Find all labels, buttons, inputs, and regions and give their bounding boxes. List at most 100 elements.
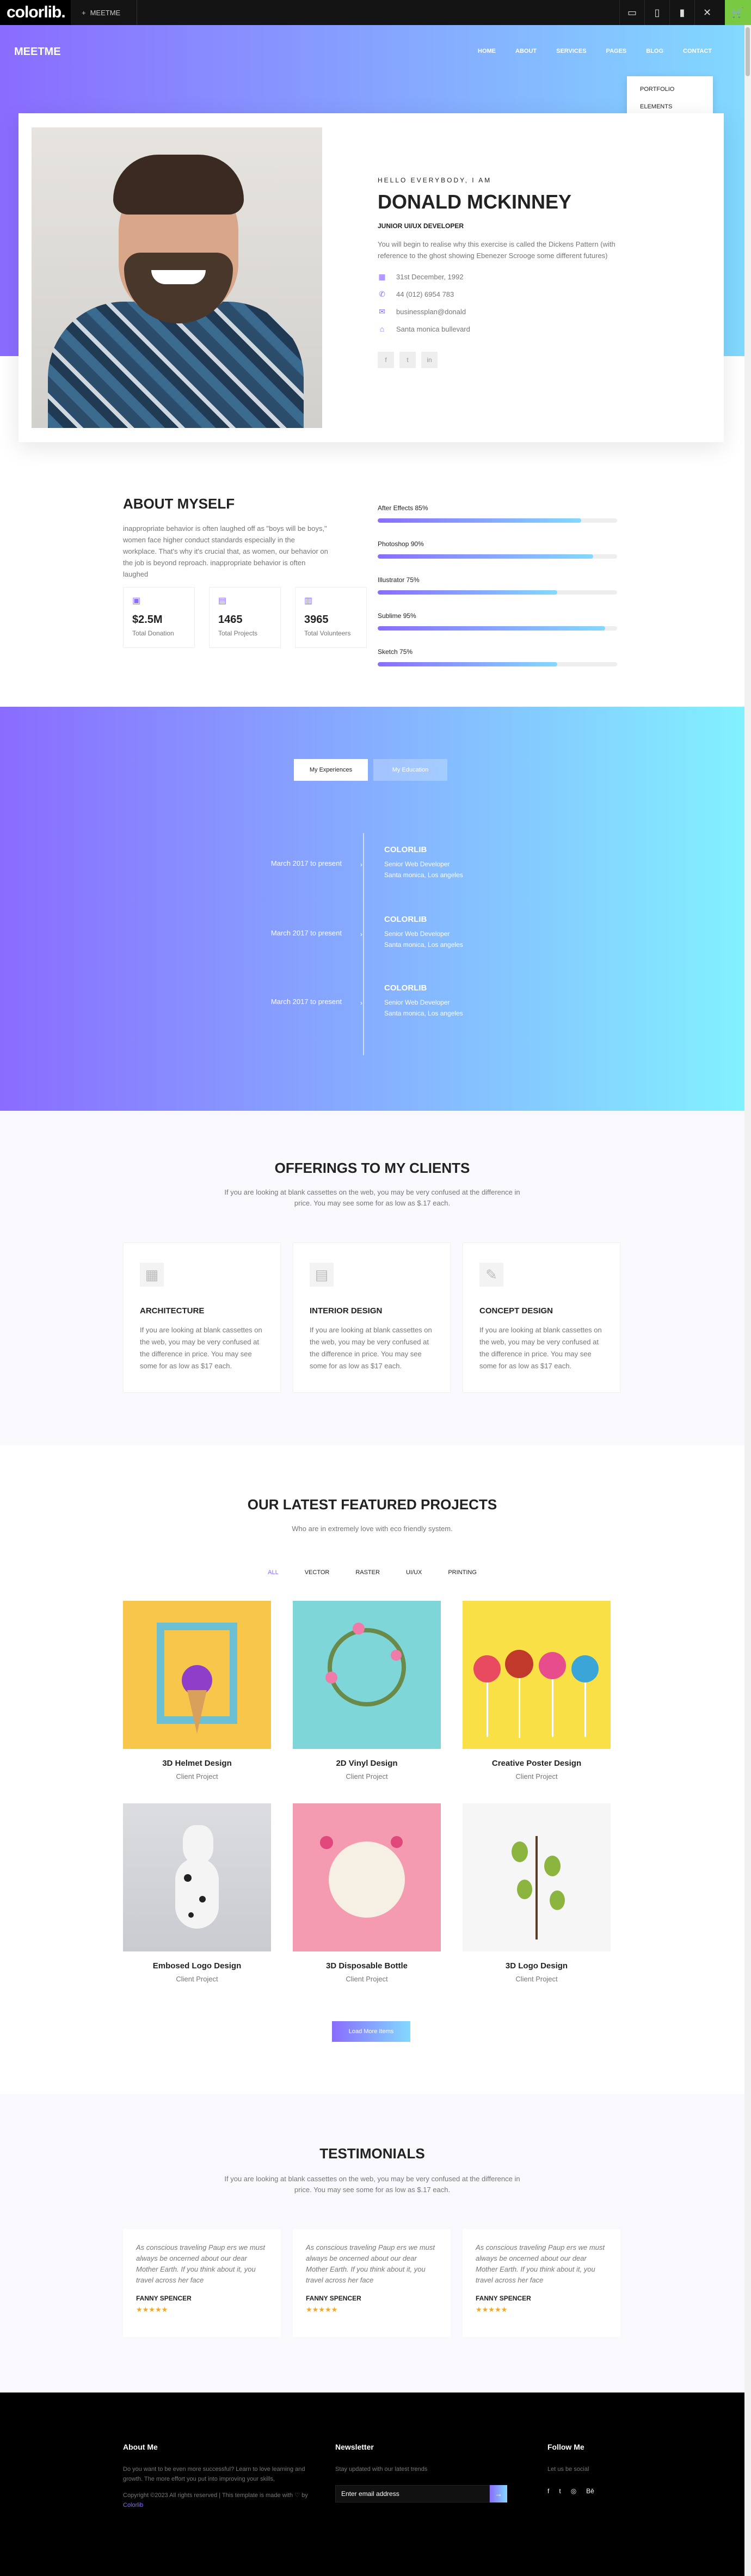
project-card[interactable]: 3D Logo Design Client Project: [463, 1803, 611, 1983]
project-card[interactable]: 2D Vinyl Design Client Project: [293, 1601, 441, 1780]
close-icon[interactable]: ✕: [694, 0, 719, 25]
project-card[interactable]: Creative Poster Design Client Project: [463, 1601, 611, 1780]
tablet-icon[interactable]: ▯: [644, 0, 669, 25]
testimonials-subtitle-text: If you are looking at blank cassettes on…: [224, 2175, 520, 2194]
dribbble-icon[interactable]: ◎: [571, 2487, 576, 2495]
project-title: Embosed Logo Design: [152, 1961, 242, 1971]
footer-copyright: Copyright ©2023 All rights reserved | Th…: [123, 2491, 308, 2510]
tab-experiences[interactable]: My Experiences: [294, 759, 368, 781]
testimonial-card: As conscious traveling Paup ers we must …: [123, 2229, 281, 2337]
project-category: Client Project: [515, 1975, 558, 1983]
desktop-icon[interactable]: ▭: [619, 0, 644, 25]
filter-all[interactable]: ALL: [268, 1569, 279, 1576]
skill-photoshop: Photoshop 90%: [378, 540, 617, 559]
footer-follow: Follow Me Let us be social f t ◎ Bē: [547, 2443, 635, 2495]
project-card[interactable]: 3D Helmet Design Client Project: [123, 1601, 271, 1780]
timeline-item: March 2017 to present › COLORLIB Senior …: [0, 983, 744, 1027]
timeline-role: Senior Web Developer: [384, 860, 450, 868]
project-image-plate[interactable]: [293, 1803, 441, 1951]
site-brand[interactable]: MEETME: [14, 46, 61, 58]
profile-card: HELLO EVERYBODY, I AM DONALD MCKINNEY JU…: [19, 113, 724, 442]
arrow-right-icon[interactable]: →: [490, 2485, 507, 2502]
skill-name: Illustrator 75%: [378, 576, 420, 584]
stat-donation: ▣ $2.5M Total Donation: [123, 587, 195, 648]
offering-card[interactable]: ▦ ARCHITECTURE If you are looking at bla…: [123, 1243, 281, 1393]
filter-uiux[interactable]: UI/UX: [406, 1569, 422, 1576]
skill-illustrator: Illustrator 75%: [378, 576, 617, 595]
linkedin-icon[interactable]: in: [421, 352, 438, 368]
behance-icon[interactable]: Bē: [586, 2487, 594, 2495]
filter-printing[interactable]: PRINTING: [448, 1569, 477, 1576]
tab-education[interactable]: My Education: [373, 759, 447, 781]
timeline-period: March 2017 to present: [270, 929, 342, 937]
project-card[interactable]: Embosed Logo Design Client Project: [123, 1803, 271, 1983]
project-title: 3D Helmet Design: [162, 1759, 232, 1768]
nav-home[interactable]: HOME: [478, 48, 496, 54]
project-image-lollipops[interactable]: [463, 1601, 611, 1749]
template-tab[interactable]: + MEETME: [71, 0, 138, 25]
filter-raster[interactable]: RASTER: [355, 1569, 380, 1576]
offering-text: If you are looking at blank cassettes on…: [310, 1326, 432, 1370]
mobile-icon[interactable]: ▮: [669, 0, 694, 25]
preview-topbar: colorlib. + MEETME ▭ ▯ ▮ ✕ 🛒: [0, 0, 751, 25]
project-category: Client Project: [346, 1772, 388, 1780]
project-image-dalmatian[interactable]: [123, 1803, 271, 1951]
newsletter-title: Newsletter: [335, 2443, 374, 2451]
offerings-title: OFFERINGS TO MY CLIENTS: [274, 1160, 470, 1176]
stat-value: 1465: [218, 614, 243, 626]
project-title: 3D Disposable Bottle: [325, 1961, 408, 1971]
contact-email-text[interactable]: businessplan@donald: [396, 308, 466, 316]
skill-bar: [378, 626, 605, 631]
interior-icon: ▤: [310, 1263, 334, 1287]
skill-bar: [378, 518, 581, 523]
project-image-helmet[interactable]: [123, 1601, 271, 1749]
mail-icon: ✉: [379, 307, 385, 316]
nav-blog[interactable]: BLOG: [646, 48, 663, 54]
newsletter-text: Stay updated with our latest trends: [335, 2466, 428, 2473]
intro-greeting: HELLO EVERYBODY, I AM: [378, 176, 492, 184]
nav-services[interactable]: SERVICES: [556, 48, 586, 54]
colorlib-link[interactable]: Colorlib: [123, 2502, 143, 2508]
facebook-icon[interactable]: f: [378, 352, 394, 368]
offering-card[interactable]: ▤ INTERIOR DESIGN If you are looking at …: [293, 1243, 451, 1393]
project-image-vinyl[interactable]: [293, 1601, 441, 1749]
load-more-button[interactable]: Load More Items: [332, 2021, 410, 2042]
stat-value: $2.5M: [132, 614, 163, 626]
timeline-location: Santa monica, Los angeles: [384, 941, 463, 949]
skills-list: After Effects 85% Photoshop 90% Illustra…: [378, 504, 617, 684]
footer-about: About Me Do you want to be even more suc…: [123, 2443, 308, 2510]
project-image-branch[interactable]: [463, 1803, 611, 1951]
skill-sketch: Sketch 75%: [378, 648, 617, 666]
stat-label: Total Donation: [132, 629, 174, 637]
dropdown-portfolio[interactable]: PORTFOLIO: [627, 81, 713, 98]
contact-phone-text[interactable]: 44 (012) 6954 783: [396, 290, 454, 298]
testimonials-subtitle: If you are looking at blank cassettes on…: [0, 2174, 744, 2195]
scrollbar-thumb[interactable]: [746, 27, 750, 76]
hero-social: f t in: [378, 352, 639, 368]
stat-projects: ▤ 1465 Total Projects: [209, 587, 281, 648]
timeline-role: Senior Web Developer: [384, 930, 450, 938]
facebook-icon[interactable]: f: [547, 2487, 549, 2495]
filter-vector[interactable]: VECTOR: [305, 1569, 330, 1576]
offerings-subtitle-text: If you are looking at blank cassettes on…: [224, 1188, 520, 1207]
cart-icon[interactable]: 🛒: [725, 0, 751, 25]
projects-subtitle-text: Who are in extremely love with eco frien…: [292, 1525, 453, 1533]
nav-pages[interactable]: PAGES: [606, 48, 627, 54]
nav-about[interactable]: ABOUT: [515, 48, 537, 54]
twitter-icon[interactable]: t: [399, 352, 416, 368]
offerings-subtitle: If you are looking at blank cassettes on…: [0, 1187, 744, 1209]
offering-card[interactable]: ✎ CONCEPT DESIGN If you are looking at b…: [463, 1243, 620, 1393]
stat-volunteers: ▥ 3965 Total Volunteers: [295, 587, 367, 648]
newsletter-email-input[interactable]: Enter email address: [335, 2485, 490, 2502]
colorlib-logo[interactable]: colorlib.: [0, 0, 71, 25]
stat-label: Total Projects: [218, 629, 258, 637]
skill-after-effects: After Effects 85%: [378, 504, 617, 523]
twitter-icon[interactable]: t: [559, 2487, 561, 2495]
skill-bar: [378, 554, 593, 559]
project-card[interactable]: 3D Disposable Bottle Client Project: [293, 1803, 441, 1983]
nav-contact[interactable]: CONTACT: [683, 48, 712, 54]
plus-icon: +: [82, 8, 86, 17]
timeline-item: March 2017 to present › COLORLIB Senior …: [0, 915, 744, 958]
page-scrollbar[interactable]: [744, 25, 751, 2576]
skill-name: Photoshop 90%: [378, 540, 424, 548]
